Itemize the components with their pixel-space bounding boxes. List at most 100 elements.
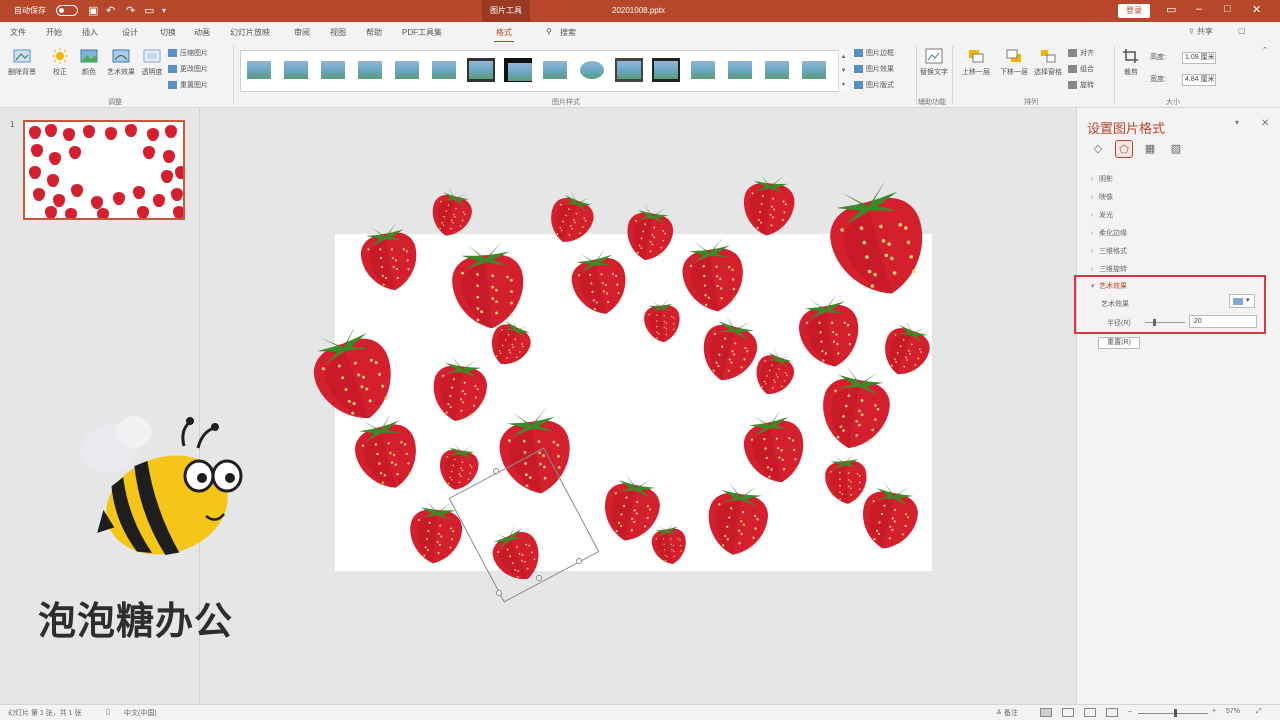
picture-style-15[interactable]	[763, 58, 791, 82]
maximize-icon[interactable]: □	[1224, 3, 1231, 15]
sign-in-button[interactable]: 登录	[1118, 4, 1150, 18]
picture-style-9[interactable]	[541, 58, 569, 82]
tab-review[interactable]: 审阅	[294, 27, 310, 38]
slide-thumbnail-1[interactable]	[23, 120, 185, 220]
start-from-beginning-icon[interactable]: ▭	[144, 4, 154, 17]
size-properties-icon[interactable]: ▦	[1141, 140, 1159, 158]
pane-options-icon[interactable]: ▾	[1235, 118, 1239, 127]
color-button[interactable]: 颜色	[76, 48, 102, 77]
search-icon[interactable]: ⚲	[546, 27, 552, 36]
tab-home[interactable]: 开始	[46, 27, 62, 38]
customize-toolbar-icon[interactable]: ▾	[162, 6, 166, 15]
picture-border-button[interactable]: 图片边框	[854, 48, 894, 58]
section-3d-rotation[interactable]: › 三维旋转	[1091, 264, 1127, 274]
close-icon[interactable]: ✕	[1252, 3, 1261, 16]
zoom-in-icon[interactable]: +	[1212, 708, 1216, 715]
share-button[interactable]: ⇪ 共享	[1188, 26, 1213, 37]
picture-style-5[interactable]	[393, 58, 421, 82]
picture-style-13[interactable]	[689, 58, 717, 82]
resize-handle[interactable]	[536, 575, 542, 581]
picture-layout-button[interactable]: 图片版式	[854, 80, 894, 90]
undo-icon[interactable]: ↶	[106, 4, 115, 17]
picture-style-10[interactable]	[578, 58, 606, 82]
reading-view-icon[interactable]	[1084, 708, 1096, 717]
picture-effects-button[interactable]: 图片效果	[854, 64, 894, 74]
notes-button[interactable]: ≙ 备注	[996, 708, 1018, 718]
fit-to-window-icon[interactable]: ⤢	[1256, 708, 1262, 716]
tab-help[interactable]: 帮助	[366, 27, 382, 38]
tab-transitions[interactable]: 切换	[160, 27, 176, 38]
compress-pictures-button[interactable]: 压缩图片	[168, 48, 208, 58]
bring-forward-button[interactable]: 上移一层	[958, 48, 994, 77]
group-button[interactable]: 组合	[1068, 64, 1094, 74]
height-input[interactable]: 1.09 厘米	[1182, 52, 1216, 64]
slideshow-icon[interactable]	[1106, 708, 1118, 717]
fill-line-icon[interactable]: ◇	[1089, 140, 1107, 158]
remove-background-button[interactable]: 删除背景	[6, 48, 38, 77]
section-soft-edges[interactable]: › 柔化边缘	[1091, 228, 1127, 238]
tab-design[interactable]: 设计	[122, 27, 138, 38]
section-shadow[interactable]: › 阴影	[1091, 174, 1113, 184]
width-input[interactable]: 4.84 厘米	[1182, 74, 1216, 86]
zoom-out-icon[interactable]: –	[1128, 708, 1132, 715]
picture-style-7[interactable]	[467, 58, 495, 82]
selection-pane-button[interactable]: 选择窗格	[1032, 48, 1064, 77]
crop-button[interactable]: 裁剪	[1118, 48, 1144, 77]
change-picture-button[interactable]: 更改图片	[168, 64, 208, 74]
language-label[interactable]: 中文(中国)	[124, 708, 157, 718]
comments-icon[interactable]: ▢	[1238, 26, 1246, 35]
zoom-slider[interactable]	[1138, 713, 1208, 714]
tab-format[interactable]: 格式	[494, 27, 514, 43]
picture-style-2[interactable]	[282, 58, 310, 82]
strawberry[interactable]	[735, 163, 803, 244]
normal-view-icon[interactable]	[1040, 708, 1052, 717]
alt-text-button[interactable]: 替换文字	[920, 48, 948, 77]
resize-handle[interactable]	[496, 590, 502, 596]
picture-style-14[interactable]	[726, 58, 754, 82]
align-button[interactable]: 对齐	[1068, 48, 1094, 58]
tab-slideshow[interactable]: 幻灯片放映	[230, 27, 270, 38]
slide-sorter-icon[interactable]	[1062, 708, 1074, 717]
redo-icon[interactable]: ↷	[126, 4, 135, 17]
reset-button[interactable]: 重置(R)	[1098, 337, 1140, 349]
picture-style-11[interactable]	[615, 58, 643, 82]
zoom-level[interactable]: 57%	[1226, 708, 1240, 715]
section-3d-format[interactable]: › 三维格式	[1091, 246, 1127, 256]
tab-view[interactable]: 视图	[330, 27, 346, 38]
picture-style-6[interactable]	[430, 58, 458, 82]
artistic-effects-button[interactable]: 艺术效果	[104, 48, 138, 77]
corrections-button[interactable]: 校正	[46, 48, 74, 77]
picture-style-12[interactable]	[652, 58, 680, 82]
section-glow[interactable]: › 发光	[1091, 210, 1113, 220]
effects-icon[interactable]: ⬠	[1115, 140, 1133, 158]
autosave-toggle[interactable]	[56, 5, 78, 16]
tab-file[interactable]: 文件	[10, 27, 26, 38]
gallery-scroll[interactable]: ▲ ▼ ▾	[838, 50, 848, 92]
more-icon[interactable]: ▾	[842, 82, 845, 88]
close-pane-icon[interactable]: ✕	[1261, 118, 1269, 129]
strawberry[interactable]	[638, 294, 686, 346]
transparency-button[interactable]: 透明度	[140, 48, 164, 77]
chevron-down-icon[interactable]: ▼	[841, 68, 847, 74]
spellcheck-icon[interactable]: ▯	[106, 708, 110, 716]
zoom-slider-thumb[interactable]	[1174, 709, 1177, 717]
chevron-up-icon[interactable]: ▲	[841, 54, 847, 60]
rotate-handle[interactable]	[493, 468, 499, 474]
rotate-button[interactable]: 旋转	[1068, 80, 1094, 90]
ribbon-display-icon[interactable]: ▭	[1166, 3, 1176, 16]
reset-picture-button[interactable]: 重置图片	[168, 80, 208, 90]
picture-style-4[interactable]	[356, 58, 384, 82]
tab-pdf-tools[interactable]: PDF工具集	[402, 27, 442, 38]
tab-insert[interactable]: 插入	[82, 27, 98, 38]
picture-style-16[interactable]	[800, 58, 828, 82]
tell-me-search[interactable]: 搜索	[560, 27, 576, 38]
resize-handle[interactable]	[576, 558, 582, 564]
send-backward-button[interactable]: 下移一层	[996, 48, 1032, 77]
tab-animations[interactable]: 动画	[194, 27, 210, 38]
strawberry[interactable]	[729, 399, 820, 493]
save-icon[interactable]: ▣	[88, 4, 98, 17]
picture-style-8[interactable]	[504, 58, 532, 82]
strawberry[interactable]	[803, 355, 909, 460]
collapse-ribbon-icon[interactable]: ⌃	[1262, 46, 1268, 54]
strawberry[interactable]	[644, 517, 693, 570]
